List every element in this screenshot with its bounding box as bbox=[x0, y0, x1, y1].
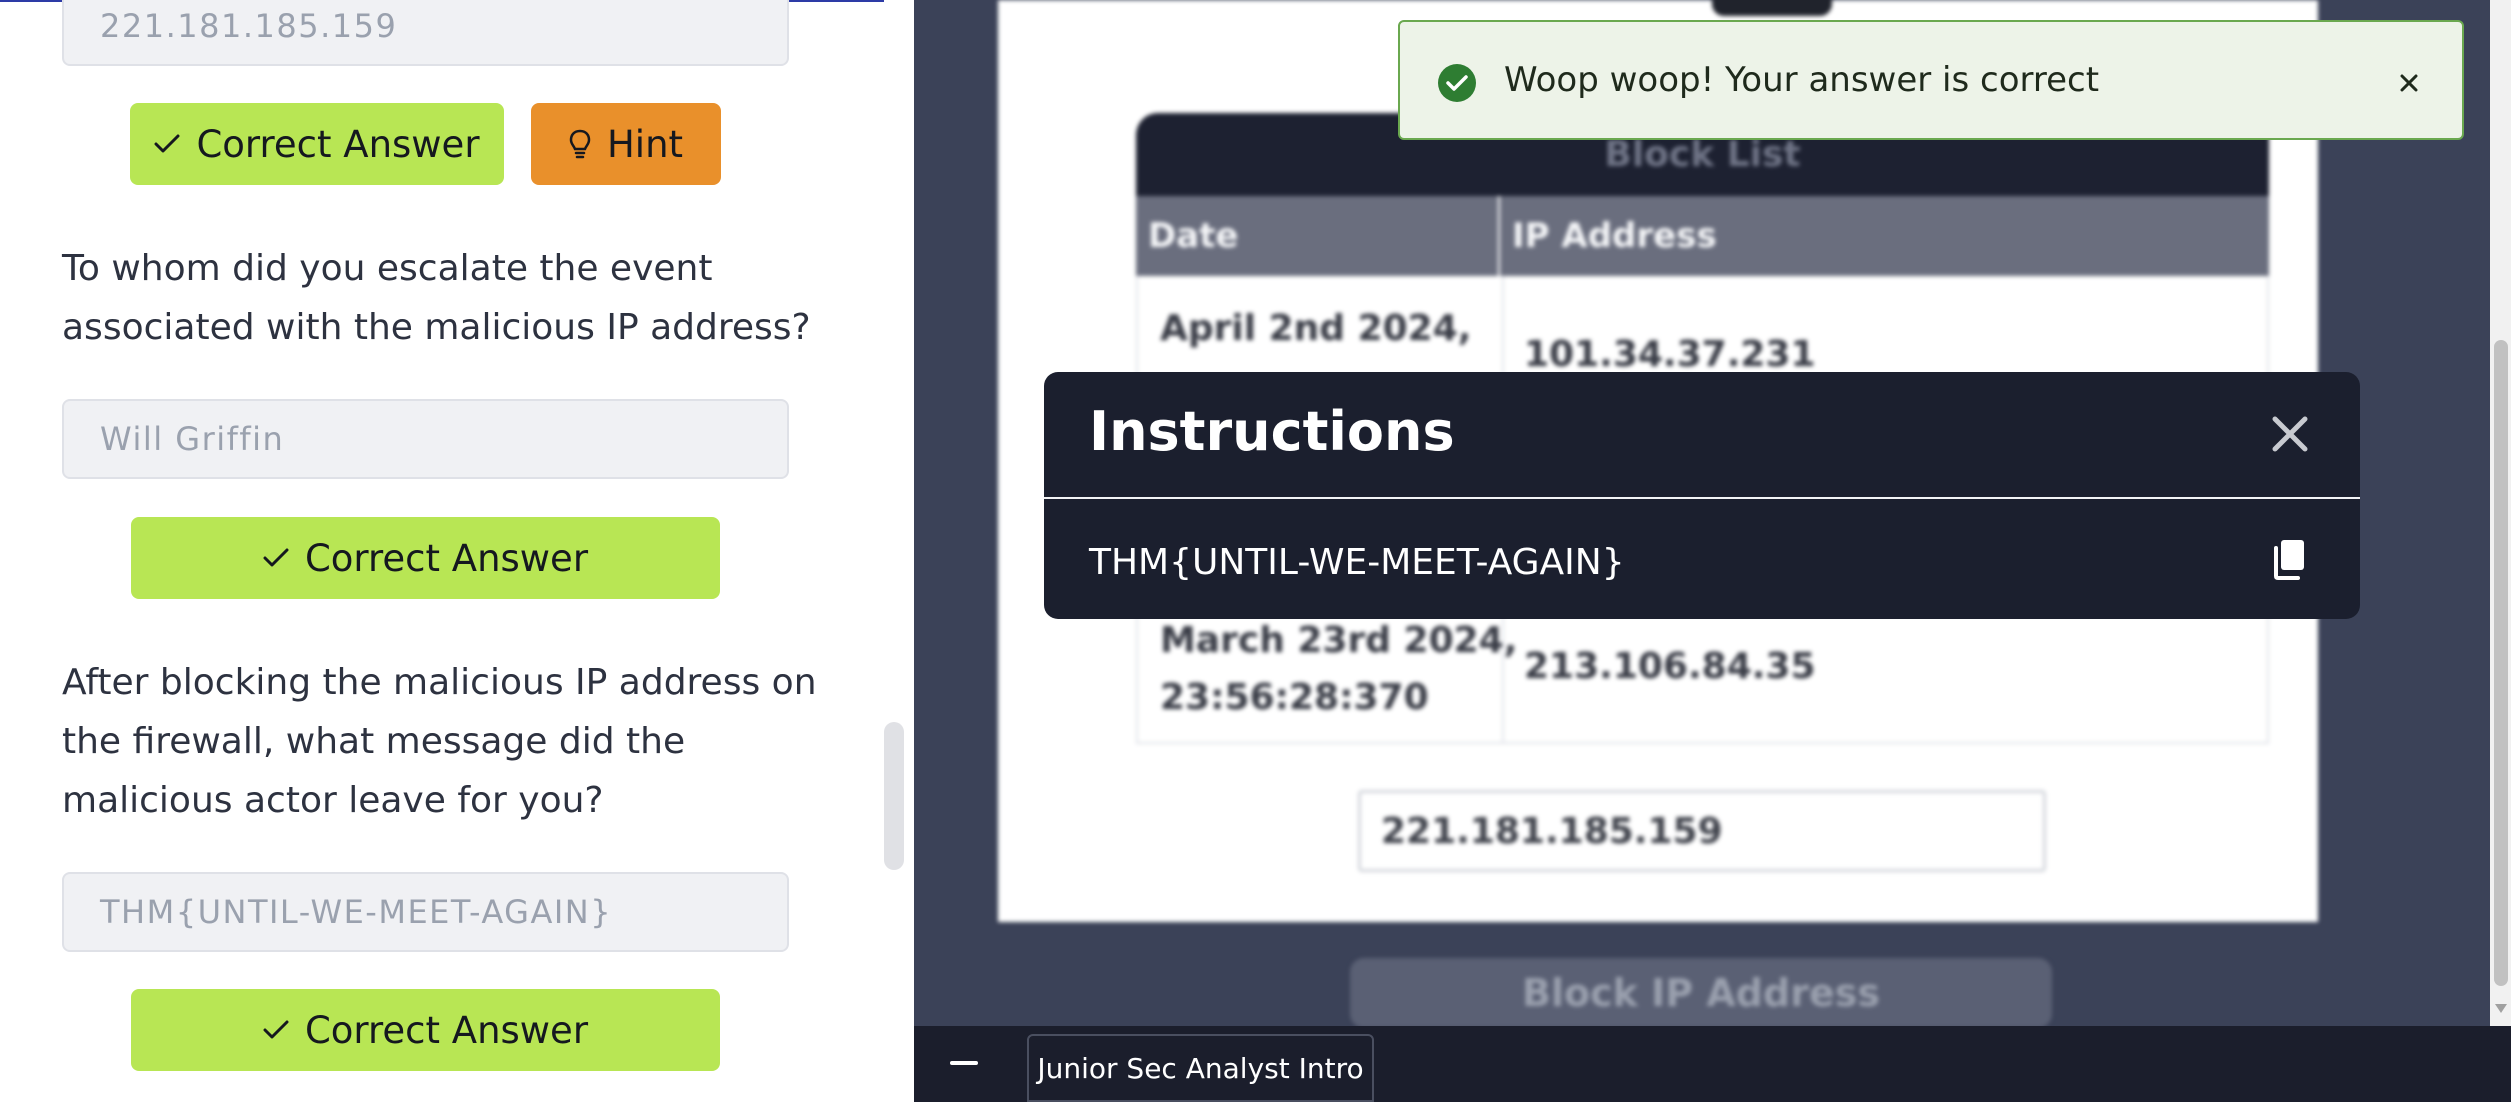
answer-field-1[interactable]: 221.181.185.159 bbox=[62, 0, 789, 66]
ip-address-input[interactable]: 221.181.185.159 bbox=[1358, 790, 2046, 872]
col-ip: IP Address bbox=[1512, 216, 1717, 256]
scroll-down-arrow-icon[interactable] bbox=[2494, 1000, 2508, 1014]
lightbulb-icon bbox=[569, 129, 591, 159]
correct-answer-label: Correct Answer bbox=[304, 536, 589, 580]
row2-ip: 213.106.84.35 bbox=[1524, 646, 1816, 687]
block-list-header-row: Date IP Address bbox=[1136, 196, 2269, 276]
right-scroll-thumb[interactable] bbox=[2494, 340, 2508, 986]
col-date: Date bbox=[1136, 196, 1500, 276]
correct-answer-button-3[interactable]: Correct Answer bbox=[131, 989, 720, 1071]
copy-icon[interactable] bbox=[2272, 538, 2306, 580]
correct-answer-label: Correct Answer bbox=[196, 122, 480, 166]
site-logo bbox=[1712, 0, 1832, 16]
correct-answer-button-2[interactable]: Correct Answer bbox=[131, 517, 720, 599]
check-icon bbox=[263, 1019, 289, 1041]
modal-title: Instructions bbox=[1089, 400, 1455, 463]
machine-tab[interactable]: Junior Sec Analyst Intro bbox=[1027, 1034, 1374, 1102]
question-2-text: To whom did you escalate the event assoc… bbox=[62, 248, 811, 348]
answer-field-3[interactable]: THM{UNTIL-WE-MEET-AGAIN} bbox=[62, 872, 789, 952]
check-circle-icon bbox=[1438, 64, 1476, 102]
site-view: Block List Date IP Address April 2nd 202… bbox=[914, 0, 2511, 1102]
flag-text: THM{UNTIL-WE-MEET-AGAIN} bbox=[1089, 542, 1625, 583]
success-toast: Woop woop! Your answer is correct bbox=[1398, 20, 2464, 140]
block-ip-button[interactable]: Block IP Address bbox=[1350, 958, 2052, 1028]
row2-time: 23:56:28:370 bbox=[1160, 677, 1429, 718]
left-scrollbar[interactable] bbox=[884, 722, 904, 870]
task-panel: 221.181.185.159 Correct Answer Hint To w… bbox=[0, 0, 914, 1102]
modal-header: Instructions bbox=[1044, 372, 2360, 499]
row2-date: March 23rd 2024, bbox=[1160, 620, 1518, 661]
question-3-text: After blocking the malicious IP address … bbox=[62, 662, 817, 821]
toast-message: Woop woop! Your answer is correct bbox=[1504, 60, 2100, 100]
correct-answer-label: Correct Answer bbox=[304, 1008, 589, 1052]
correct-answer-button-1[interactable]: Correct Answer bbox=[130, 103, 504, 185]
close-icon[interactable] bbox=[2394, 68, 2424, 98]
check-icon bbox=[263, 547, 289, 569]
hint-label: Hint bbox=[606, 122, 684, 166]
instructions-modal: Instructions THM{UNTIL-WE-MEET-AGAIN} bbox=[1044, 372, 2360, 619]
minimize-icon[interactable] bbox=[950, 1061, 978, 1065]
answer-field-2[interactable]: Will Griffin bbox=[62, 399, 789, 479]
bottom-bar: Junior Sec Analyst Intro bbox=[914, 1026, 2511, 1102]
row1-date: April 2nd 2024, bbox=[1160, 308, 1472, 349]
close-icon[interactable] bbox=[2270, 414, 2310, 454]
hint-button[interactable]: Hint bbox=[531, 103, 721, 185]
check-icon bbox=[154, 133, 180, 155]
